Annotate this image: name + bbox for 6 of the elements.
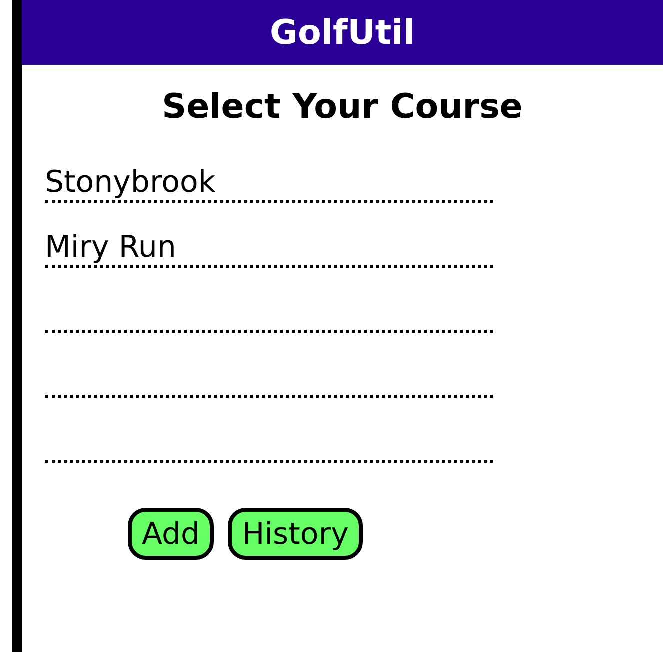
- add-button[interactable]: Add: [128, 508, 214, 560]
- window-title: GolfUtil: [270, 12, 415, 52]
- course-item[interactable]: Stonybrook: [45, 155, 493, 203]
- form-heading: Select Your Course: [161, 87, 524, 127]
- history-button[interactable]: History: [228, 508, 363, 560]
- course-item[interactable]: Miry Run: [45, 220, 493, 268]
